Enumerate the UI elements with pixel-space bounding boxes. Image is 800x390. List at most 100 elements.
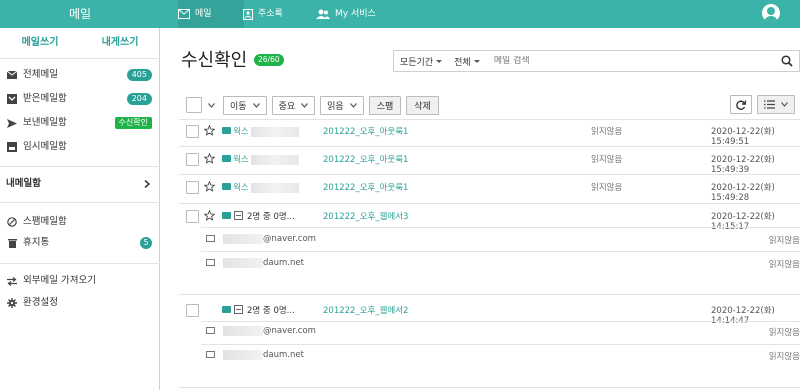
sidebar-item-all-mail[interactable]: 전체메일 405 <box>6 66 154 84</box>
unread-count-badge: 204 <box>126 93 152 105</box>
mail-icon <box>222 306 231 313</box>
collapse-icon[interactable] <box>234 305 243 314</box>
mail-icon <box>178 9 190 19</box>
period-label: 모든기간 <box>400 57 434 68</box>
draft-icon <box>6 141 18 153</box>
star-icon[interactable] <box>204 210 215 221</box>
row-checkbox[interactable] <box>186 181 199 194</box>
sidebar-item-inbox[interactable]: 받은메일함 204 <box>6 90 154 108</box>
chevron-down-icon[interactable] <box>208 102 215 108</box>
recipient-row: daum.net 읽지않음 <box>206 258 800 270</box>
sidebar-item-spam[interactable]: 스팸메일함 <box>6 213 154 231</box>
period-dropdown[interactable]: 모든기간 <box>394 55 448 68</box>
nav-mail-label: 메일 <box>195 9 212 19</box>
nav-contacts[interactable]: 주소록 <box>243 0 283 28</box>
mail-subject[interactable]: 201222_오후_아웃룩1 <box>323 181 408 193</box>
sidebar-item-label: 전체메일 <box>23 69 58 80</box>
spam-button[interactable]: 스팸 <box>368 95 402 115</box>
view-options-dropdown[interactable] <box>757 95 795 114</box>
mail-date-day: 2020-12-22(화) <box>711 306 775 316</box>
scope-label: 전체 <box>454 57 471 68</box>
recipient-row: @naver.com 읽지않음 <box>206 326 800 338</box>
chevron-down-icon <box>252 102 260 108</box>
sidebar-item-drafts[interactable]: 임시메일함 <box>6 138 154 156</box>
account-icon[interactable] <box>762 4 780 22</box>
star-icon[interactable] <box>204 125 215 136</box>
sidebar-item-settings[interactable]: 환경설정 <box>6 294 154 312</box>
select-all-checkbox[interactable] <box>186 97 202 113</box>
mail-row[interactable]: 웍스 201222_오후_아웃룩1 읽지않음 2020-12-22(화) 15:… <box>186 181 800 203</box>
sidebar-item-label: 임시메일함 <box>23 141 67 152</box>
delete-button[interactable]: 삭제 <box>406 95 439 115</box>
caret-down-icon <box>436 59 443 63</box>
mail-icon <box>6 69 18 81</box>
gear-icon <box>6 297 18 309</box>
search-input[interactable] <box>493 56 774 66</box>
mail-subject[interactable]: 201222_오후_아웃룩1 <box>323 125 408 137</box>
row-checkbox[interactable] <box>186 153 199 166</box>
mail-row[interactable]: 웍스 201222_오후_아웃룩1 읽지않음 2020-12-22(화) 15:… <box>186 153 800 175</box>
recipient-address: daum.net <box>263 350 304 360</box>
important-label: 중요 <box>278 101 296 112</box>
mail-subject[interactable]: 201222_오후_웹에서3 <box>323 210 408 222</box>
redacted-text <box>223 326 263 336</box>
app-brand[interactable]: 메일 <box>0 0 160 28</box>
nav-mail[interactable]: 메일 <box>178 0 244 28</box>
read-dropdown[interactable]: 읽음 <box>320 95 364 115</box>
sidebar-item-import-external[interactable]: 외부메일 가져오기 <box>6 272 154 290</box>
move-dropdown[interactable]: 이동 <box>223 95 267 115</box>
divider <box>179 387 800 388</box>
mail-date: 2020-12-22(화) 14:14:47 <box>711 304 800 326</box>
sidebar-item-my-mailbox[interactable]: 내메일함 <box>6 175 154 193</box>
row-checkbox[interactable] <box>186 210 199 223</box>
mail-subject[interactable]: 201222_오후_웹에서2 <box>323 304 408 316</box>
compose-to-self-button[interactable]: 내게쓰기 <box>80 28 160 58</box>
compose-button[interactable]: 메일쓰기 <box>0 28 80 58</box>
import-icon <box>6 275 18 287</box>
mail-subject[interactable]: 201222_오후_아웃룩1 <box>323 153 408 165</box>
recipient-address: @naver.com <box>263 326 316 336</box>
top-navigation-bar: 메일 메일 주소록 My 서비스 <box>0 0 800 28</box>
mail-icon <box>222 155 231 162</box>
page-title: 수신확인 <box>181 50 248 71</box>
scope-dropdown[interactable]: 전체 <box>448 55 486 68</box>
read-status: 읽지않음 <box>768 352 800 362</box>
mail-group-row[interactable]: 2명 중 0명... 201222_오후_웹에서3 2020-12-22(화) … <box>186 210 800 232</box>
chevron-down-icon <box>349 102 357 108</box>
mail-outline-icon <box>206 259 215 266</box>
mail-date: 2020-12-22(화) 15:49:51 <box>711 125 800 147</box>
recipients-summary: 2명 중 0명... <box>247 306 295 316</box>
mail-row[interactable]: 웍스 201222_오후_아웃룩1 읽지않음 2020-12-22(화) 15:… <box>186 125 800 147</box>
star-icon[interactable] <box>204 153 215 164</box>
read-receipt-badge[interactable]: 수신확인 <box>114 117 152 129</box>
row-checkbox[interactable] <box>186 304 199 317</box>
divider <box>179 174 800 175</box>
redacted-text <box>250 154 299 165</box>
chevron-down-icon <box>781 102 788 107</box>
sidebar-item-trash[interactable]: 휴지통 5 <box>6 234 154 252</box>
recipient-row: daum.net 읽지않음 <box>206 350 800 362</box>
main-content: 수신확인 26/60 모든기간 전체 이동 중요 읽음 스팸 삭제 웍스 201… <box>161 28 800 390</box>
sidebar-item-label: 외부메일 가져오기 <box>23 275 96 286</box>
star-icon[interactable] <box>204 181 215 192</box>
important-dropdown[interactable]: 중요 <box>271 95 316 115</box>
redacted-text <box>223 258 263 268</box>
sidebar-item-label: 환경설정 <box>23 297 58 308</box>
sidebar-item-label: 내메일함 <box>6 178 41 189</box>
sidebar-item-label: 받은메일함 <box>23 93 67 104</box>
read-status: 읽지않음 <box>768 260 800 270</box>
search-bar: 모든기간 전체 <box>393 50 800 72</box>
mail-group-row[interactable]: 2명 중 0명... 201222_오후_웹에서2 2020-12-22(화) … <box>186 304 800 326</box>
read-status: 읽지않음 <box>591 155 623 165</box>
collapse-icon[interactable] <box>234 211 243 220</box>
refresh-icon <box>736 100 746 110</box>
divider <box>179 294 800 295</box>
sidebar: 메일쓰기 내게쓰기 전체메일 405 받은메일함 204 보낸메일함 수신확인 … <box>0 28 160 390</box>
nav-my-services[interactable]: My 서비스 <box>316 0 376 28</box>
divider <box>0 58 160 59</box>
refresh-button[interactable] <box>730 95 752 114</box>
row-checkbox[interactable] <box>186 125 199 138</box>
sidebar-item-sent[interactable]: 보낸메일함 수신확인 <box>6 114 154 132</box>
search-icon[interactable] <box>781 55 793 67</box>
read-status: 읽지않음 <box>591 183 623 193</box>
